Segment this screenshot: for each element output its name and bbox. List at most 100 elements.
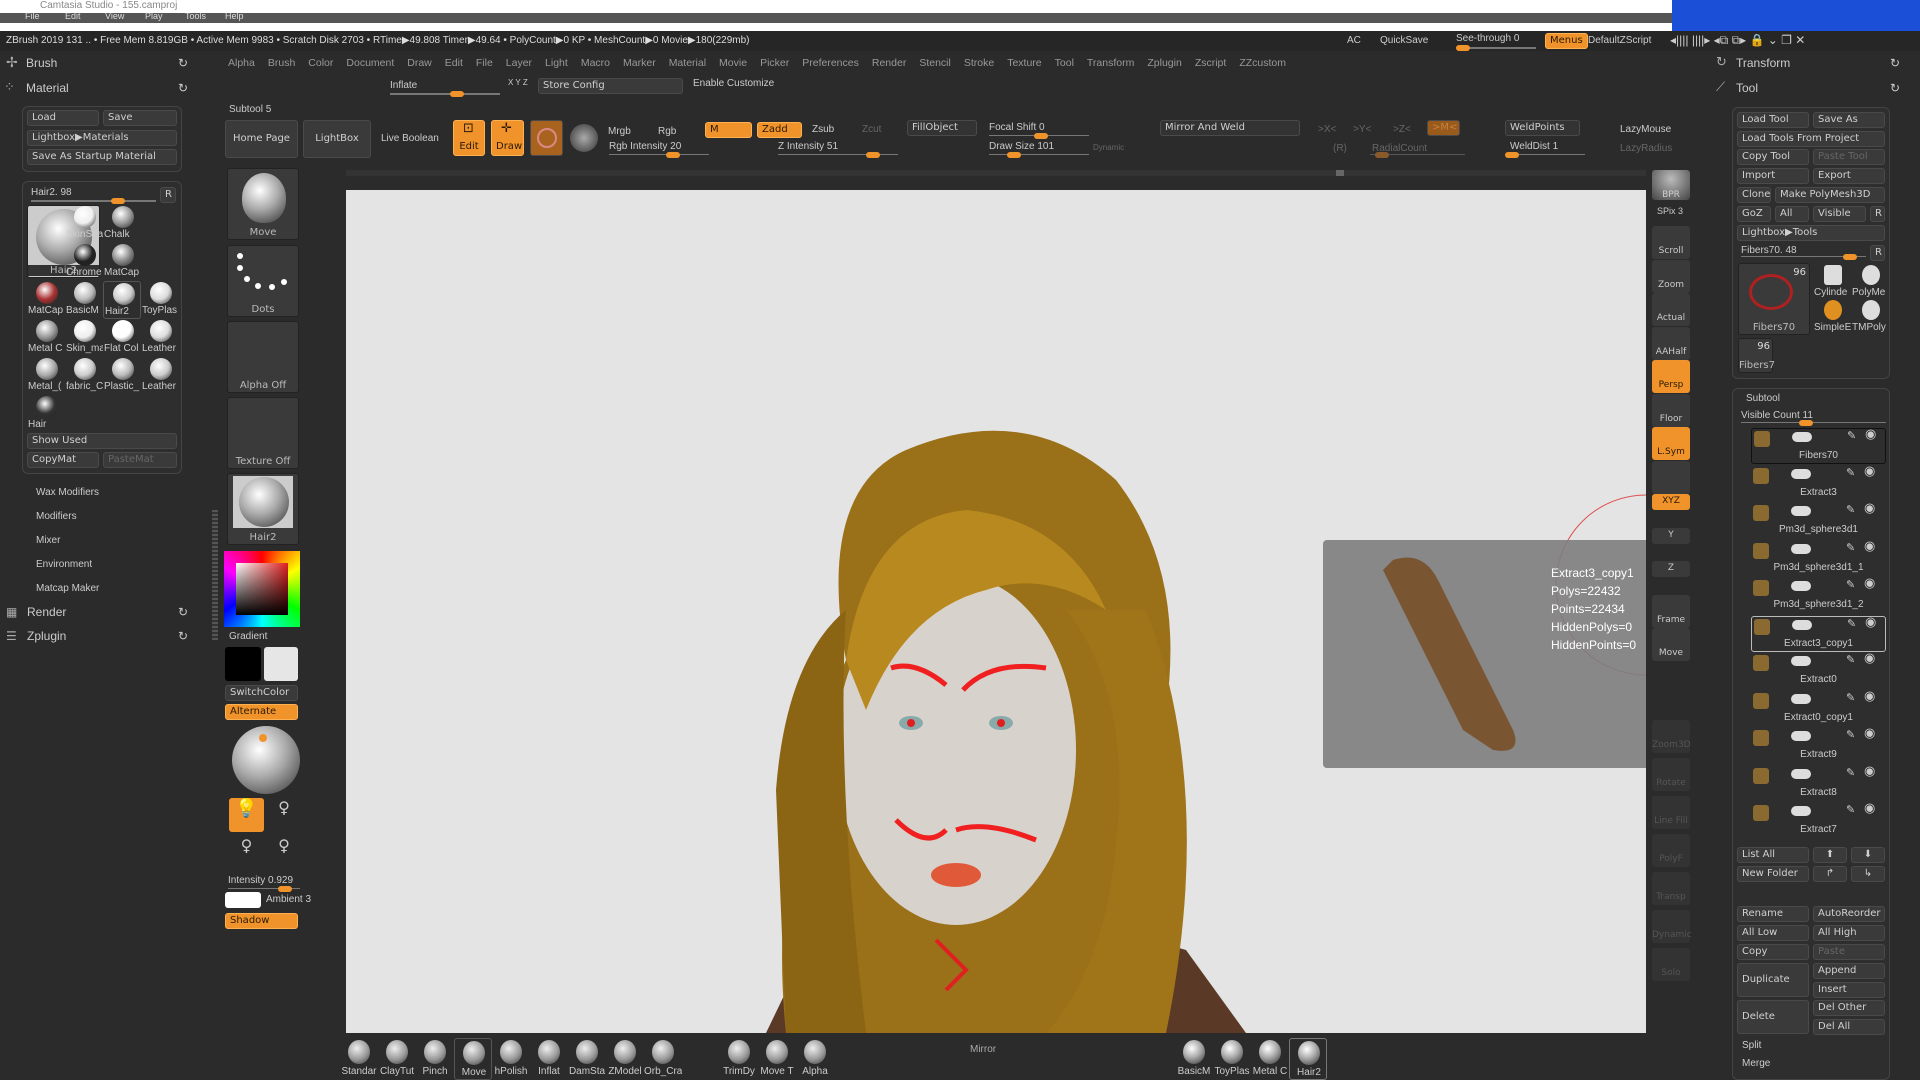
- subtool-item[interactable]: ✎ ◉ Extract0_copy1: [1751, 689, 1886, 727]
- show-used-button[interactable]: Show Used: [27, 433, 177, 449]
- eye-icon[interactable]: ◉: [1864, 501, 1875, 516]
- load-tool-button[interactable]: Load Tool: [1737, 112, 1809, 128]
- eye-icon[interactable]: ◉: [1865, 427, 1876, 442]
- shadow-button[interactable]: Shadow: [225, 913, 298, 929]
- shelf-persp-button[interactable]: Persp: [1652, 360, 1690, 393]
- tool-thumb[interactable]: Cylinde: [1814, 265, 1852, 300]
- light-color-swatch[interactable]: [225, 892, 261, 908]
- transform-palette-header[interactable]: Transform: [1736, 56, 1790, 70]
- brush-palette-header[interactable]: Brush: [26, 56, 57, 70]
- rgb-button[interactable]: Rgb: [658, 126, 676, 137]
- shelf-line-fill-button[interactable]: Line Fill: [1652, 796, 1690, 829]
- lazyradius-slider[interactable]: LazyRadius: [1620, 143, 1672, 154]
- brush-edit-icon[interactable]: ✎: [1846, 803, 1855, 816]
- main-color-swatch[interactable]: [225, 647, 261, 681]
- brush-edit-icon[interactable]: ✎: [1846, 541, 1855, 554]
- light-bulb-icon[interactable]: ♀: [268, 798, 300, 832]
- subtool-item[interactable]: ✎ ◉ Extract7: [1751, 801, 1886, 839]
- brush-edit-icon[interactable]: ✎: [1846, 653, 1855, 666]
- merge-menu[interactable]: Merge: [1742, 1058, 1770, 1069]
- subtool-item[interactable]: ✎ ◉ Extract8: [1751, 764, 1886, 802]
- material-swatch[interactable]: Hair: [27, 395, 65, 433]
- append-button[interactable]: Append: [1813, 963, 1885, 979]
- eye-icon[interactable]: ◉: [1864, 764, 1875, 779]
- brush-hpolish[interactable]: hPolish: [492, 1038, 530, 1080]
- shelf-polyf-button[interactable]: PolyF: [1652, 834, 1690, 867]
- color-picker[interactable]: [224, 551, 300, 627]
- bpr-button[interactable]: BPR: [1652, 170, 1690, 200]
- menu-transform[interactable]: Transform: [1087, 57, 1134, 69]
- m-button[interactable]: M: [705, 122, 752, 138]
- lightbox-tools-button[interactable]: Lightbox▶Tools: [1737, 225, 1885, 241]
- tool-palette-header[interactable]: Tool: [1736, 81, 1758, 95]
- move-down-icon[interactable]: ⬇: [1851, 847, 1885, 863]
- new-folder-button[interactable]: New Folder: [1737, 866, 1809, 882]
- menu-edit[interactable]: Edit: [445, 57, 463, 69]
- polypaint-toggle-icon[interactable]: [1791, 506, 1811, 516]
- menu-stroke[interactable]: Stroke: [964, 57, 994, 69]
- light-bulb-icon[interactable]: ♀: [229, 836, 264, 870]
- menu-macro[interactable]: Macro: [581, 57, 610, 69]
- submenu-item[interactable]: Environment: [36, 559, 92, 570]
- edit-button[interactable]: ⊡ Edit: [453, 120, 485, 156]
- shelf-frame-button[interactable]: Frame: [1652, 594, 1690, 628]
- live-boolean-button[interactable]: Live Boolean: [381, 133, 439, 144]
- brush-inflat[interactable]: Inflat: [530, 1038, 568, 1080]
- zplugin-palette-header[interactable]: Zplugin: [27, 629, 66, 643]
- save-material-button[interactable]: Save: [103, 110, 177, 126]
- all-high-button[interactable]: All High: [1813, 925, 1885, 941]
- insert-button[interactable]: Insert: [1813, 982, 1885, 998]
- intensity-slider[interactable]: Intensity 0.929: [228, 875, 293, 886]
- shelf-floor-button[interactable]: Floor: [1652, 393, 1690, 427]
- material-slider[interactable]: Hair2. 98: [31, 187, 72, 198]
- material-swatch[interactable]: Chalk: [103, 205, 141, 243]
- menu-zplugin[interactable]: Zplugin: [1147, 57, 1181, 69]
- clone-button[interactable]: Clone: [1737, 187, 1771, 203]
- goz-button[interactable]: GoZ: [1737, 206, 1771, 222]
- shelf-zoom-button[interactable]: Zoom: [1652, 259, 1690, 293]
- enable-customize-button[interactable]: Enable Customize: [693, 78, 774, 89]
- arrow-up-right-icon[interactable]: ↱: [1813, 866, 1847, 882]
- host-menu-item[interactable]: Tools: [185, 13, 206, 21]
- material-swatch[interactable]: Metal C: [27, 319, 65, 357]
- alternate-button[interactable]: Alternate: [225, 704, 298, 720]
- material-swatch[interactable]: Chrome: [65, 243, 103, 281]
- polypaint-toggle-icon[interactable]: [1791, 468, 1811, 479]
- subtool-item[interactable]: ✎ ◉ Pm3d_sphere3d1_2: [1751, 576, 1886, 614]
- shelf-actual-button[interactable]: Actual: [1652, 293, 1690, 326]
- sculptris-pro-icon[interactable]: [570, 124, 598, 152]
- shelf-l-sym-button[interactable]: L.Sym: [1652, 427, 1690, 460]
- polypaint-toggle-icon[interactable]: [1791, 731, 1811, 741]
- material-swatch[interactable]: Skin_ma: [65, 319, 103, 357]
- secondary-color-swatch[interactable]: [264, 647, 298, 681]
- material-swatch[interactable]: Plastic_: [103, 357, 141, 395]
- polypaint-toggle-icon[interactable]: [1791, 656, 1811, 666]
- store-config-button[interactable]: Store Config: [538, 78, 683, 94]
- brush-edit-icon[interactable]: ✎: [1847, 429, 1856, 442]
- alpha-thumb[interactable]: Alpha Off: [227, 321, 299, 393]
- subtool-item[interactable]: ✎ ◉ Extract3: [1751, 464, 1886, 502]
- tool-r-button[interactable]: R: [1870, 245, 1885, 261]
- paste-tool-button[interactable]: Paste Tool: [1813, 149, 1885, 165]
- shelf-move-button[interactable]: Move: [1652, 628, 1690, 661]
- subtool-item[interactable]: ✎ ◉ Extract0: [1751, 651, 1886, 689]
- menu-color[interactable]: Color: [308, 57, 333, 69]
- weldpoints-button[interactable]: WeldPoints: [1505, 120, 1580, 136]
- left-tray-scrollbar[interactable]: [212, 510, 218, 640]
- duplicate-button[interactable]: Duplicate: [1737, 963, 1809, 997]
- menu-zzcustom[interactable]: ZZcustom: [1239, 57, 1286, 69]
- shelf-transp-button[interactable]: Transp: [1652, 872, 1690, 905]
- menu-file[interactable]: File: [476, 57, 493, 69]
- menu-alpha[interactable]: Alpha: [228, 57, 255, 69]
- polypaint-toggle-icon[interactable]: [1791, 581, 1811, 591]
- import-button[interactable]: Import: [1737, 168, 1809, 184]
- tool-thumb[interactable]: SimpleE: [1814, 300, 1852, 335]
- subtool-item[interactable]: ✎ ◉ Fibers70: [1751, 427, 1886, 464]
- polypaint-toggle-icon[interactable]: [1791, 768, 1811, 779]
- save-as-button[interactable]: Save As: [1813, 112, 1885, 128]
- polypaint-toggle-icon[interactable]: [1792, 432, 1812, 442]
- draw-button[interactable]: ✛ Draw: [491, 120, 524, 156]
- menu-document[interactable]: Document: [346, 57, 394, 69]
- brush-trimdy[interactable]: TrimDy: [720, 1038, 758, 1080]
- polypaint-toggle-icon[interactable]: [1792, 619, 1812, 630]
